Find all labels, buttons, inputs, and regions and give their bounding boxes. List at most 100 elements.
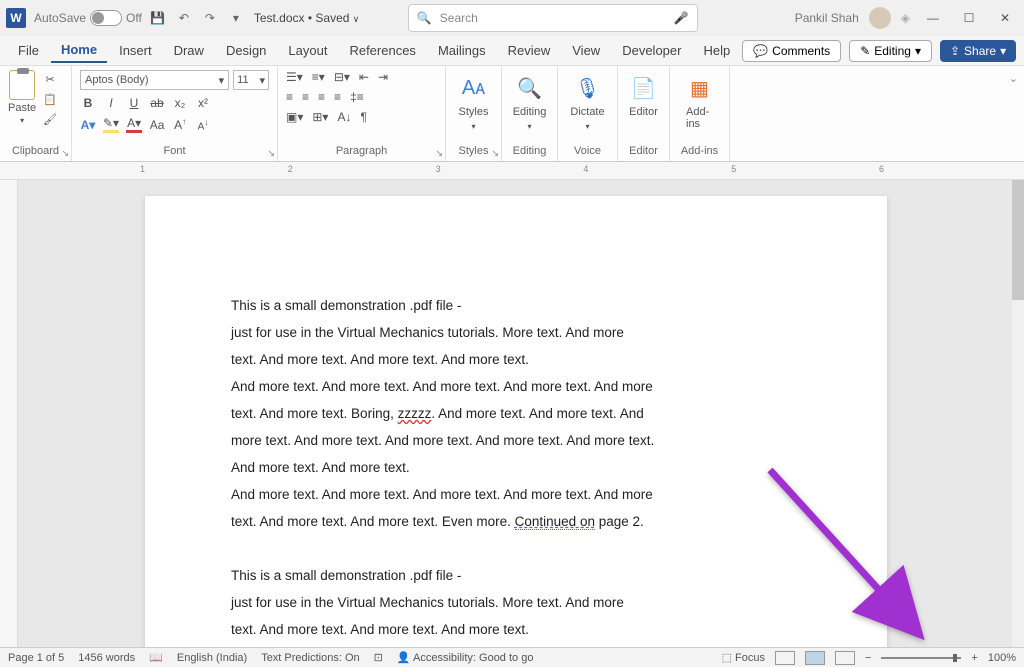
tab-developer[interactable]: Developer xyxy=(612,39,691,62)
diamond-icon[interactable]: ◈ xyxy=(901,11,910,25)
tab-help[interactable]: Help xyxy=(693,39,740,62)
tab-references[interactable]: References xyxy=(339,39,425,62)
change-case-button[interactable]: Aa xyxy=(149,118,165,132)
paste-button[interactable]: Paste ▾ xyxy=(8,70,36,125)
bullets-button[interactable]: ☰▾ xyxy=(286,70,303,84)
align-right-button[interactable]: ≡ xyxy=(318,90,325,104)
zoom-level[interactable]: 100% xyxy=(988,652,1016,664)
font-color-button[interactable]: A▾ xyxy=(126,116,142,133)
sort-button[interactable]: A↓ xyxy=(337,110,351,124)
zoom-out-button[interactable]: − xyxy=(865,652,871,664)
tab-file[interactable]: File xyxy=(8,39,49,62)
scrollbar-thumb[interactable] xyxy=(1012,180,1024,300)
align-center-button[interactable]: ≡ xyxy=(302,90,309,104)
web-layout-button[interactable] xyxy=(835,651,855,665)
tab-review[interactable]: Review xyxy=(498,39,561,62)
cut-icon[interactable]: ✂ xyxy=(42,72,58,86)
superscript-button[interactable]: x² xyxy=(195,96,211,110)
print-layout-button[interactable] xyxy=(805,651,825,665)
bold-button[interactable]: B xyxy=(80,96,96,110)
clipboard-launcher[interactable]: ↘ xyxy=(61,148,69,159)
paragraph-launcher[interactable]: ↘ xyxy=(435,148,443,159)
word-count[interactable]: 1456 words xyxy=(78,652,135,664)
text-line[interactable]: And more text. And more text. And more t… xyxy=(231,373,801,400)
tab-layout[interactable]: Layout xyxy=(278,39,337,62)
scrollbar-vertical[interactable] xyxy=(1012,180,1024,647)
numbering-button[interactable]: ≡▾ xyxy=(312,70,325,84)
text-line[interactable]: text. And more text. And more text. And … xyxy=(231,346,801,373)
autosave[interactable]: AutoSave Off xyxy=(34,10,142,26)
share-button[interactable]: ⇪ Share ▾ xyxy=(940,40,1016,62)
document-area[interactable]: This is a small demonstration .pdf file … xyxy=(18,180,1014,647)
editing-mode-button[interactable]: ✎ Editing ▾ xyxy=(849,40,932,62)
align-left-button[interactable]: ≡ xyxy=(286,90,293,104)
text-line[interactable]: just for use in the Virtual Mechanics tu… xyxy=(231,319,801,346)
collapse-ribbon-icon[interactable]: ⌄ xyxy=(1009,73,1018,85)
show-marks-button[interactable]: ¶ xyxy=(360,110,366,124)
editor-button[interactable]: 📄 Editor xyxy=(626,70,661,122)
language-indicator[interactable]: English (India) xyxy=(177,652,247,664)
font-name-select[interactable]: Aptos (Body)▾ xyxy=(80,70,229,90)
text-line[interactable]: And more text. And more text. xyxy=(231,454,801,481)
dictate-button[interactable]: 🎙 Dictate▾ xyxy=(566,70,609,135)
comments-button[interactable]: 💬 Comments xyxy=(742,40,841,62)
shrink-font-button[interactable]: A↓ xyxy=(195,117,211,132)
increase-indent-button[interactable]: ⇥ xyxy=(378,70,388,84)
zoom-in-button[interactable]: + xyxy=(971,652,977,664)
read-mode-button[interactable] xyxy=(775,651,795,665)
editing-find-button[interactable]: 🔍 Editing▾ xyxy=(510,70,549,135)
tab-draw[interactable]: Draw xyxy=(164,39,214,62)
undo-icon[interactable]: ↶ xyxy=(176,10,192,26)
text-line[interactable]: And more text. And more text. And more t… xyxy=(231,481,801,508)
borders-button[interactable]: ⊞▾ xyxy=(312,110,328,124)
tab-home[interactable]: Home xyxy=(51,38,107,63)
avatar[interactable] xyxy=(869,7,891,29)
shading-button[interactable]: ▣▾ xyxy=(286,110,303,124)
text-predictions[interactable]: Text Predictions: On xyxy=(261,652,359,664)
zoom-slider[interactable] xyxy=(881,657,961,659)
maximize-button[interactable]: ☐ xyxy=(956,11,982,25)
close-button[interactable]: ✕ xyxy=(992,11,1018,25)
page[interactable]: This is a small demonstration .pdf file … xyxy=(145,196,887,647)
justify-button[interactable]: ≡ xyxy=(334,90,341,104)
document-title[interactable]: Test.docx • Saved ∨ xyxy=(254,11,360,25)
ruler-vertical[interactable] xyxy=(0,180,18,647)
text-line[interactable] xyxy=(231,535,801,562)
styles-button[interactable]: Aᴀ Styles▾ xyxy=(454,70,493,135)
redo-icon[interactable]: ↷ xyxy=(202,10,218,26)
grow-font-button[interactable]: A↑ xyxy=(172,117,188,132)
text-line[interactable]: text. And more text. Boring, zzzzz. And … xyxy=(231,400,801,427)
tab-insert[interactable]: Insert xyxy=(109,39,162,62)
focus-mode[interactable]: ⬚ Focus xyxy=(722,651,765,664)
multilevel-button[interactable]: ⊟▾ xyxy=(334,70,350,84)
strike-button[interactable]: ab xyxy=(149,96,165,110)
user-name[interactable]: Pankil Shah xyxy=(795,11,859,25)
highlight-button[interactable]: ✎▾ xyxy=(103,116,119,133)
subscript-button[interactable]: x₂ xyxy=(172,96,188,110)
save-icon[interactable]: 💾 xyxy=(150,10,166,26)
text-line[interactable]: This is a small demonstration .pdf file … xyxy=(231,562,801,589)
display-settings-icon[interactable]: ⊡ xyxy=(374,651,383,664)
copy-icon[interactable]: 📋 xyxy=(42,92,58,106)
chevron-down-icon[interactable]: ▾ xyxy=(228,10,244,26)
text-effects-button[interactable]: A▾ xyxy=(80,118,96,132)
italic-button[interactable]: I xyxy=(103,96,119,110)
mic-icon[interactable]: 🎤 xyxy=(674,11,689,25)
text-line[interactable]: This is a small demonstration .pdf file … xyxy=(231,292,801,319)
minimize-button[interactable]: — xyxy=(920,11,946,25)
accessibility-status[interactable]: 👤 Accessibility: Good to go xyxy=(397,651,534,664)
text-line[interactable]: text. And more text. And more text. Even… xyxy=(231,508,801,535)
format-painter-icon[interactable]: 🖌 xyxy=(42,112,58,126)
page-indicator[interactable]: Page 1 of 5 xyxy=(8,652,64,664)
text-line[interactable]: more text. And more text. And more text.… xyxy=(231,427,801,454)
decrease-indent-button[interactable]: ⇤ xyxy=(359,70,369,84)
font-size-select[interactable]: 11▾ xyxy=(233,70,269,90)
text-line[interactable]: text. And more text. And more text. And … xyxy=(231,616,801,643)
autosave-toggle[interactable] xyxy=(90,10,122,26)
spell-check-icon[interactable]: 📖 xyxy=(149,651,163,664)
font-launcher[interactable]: ↘ xyxy=(267,148,275,159)
ruler-horizontal[interactable]: 1 2 3 4 5 6 xyxy=(0,162,1024,180)
addins-button[interactable]: ▦ Add-ins xyxy=(678,70,721,134)
tab-design[interactable]: Design xyxy=(216,39,276,62)
tab-view[interactable]: View xyxy=(562,39,610,62)
